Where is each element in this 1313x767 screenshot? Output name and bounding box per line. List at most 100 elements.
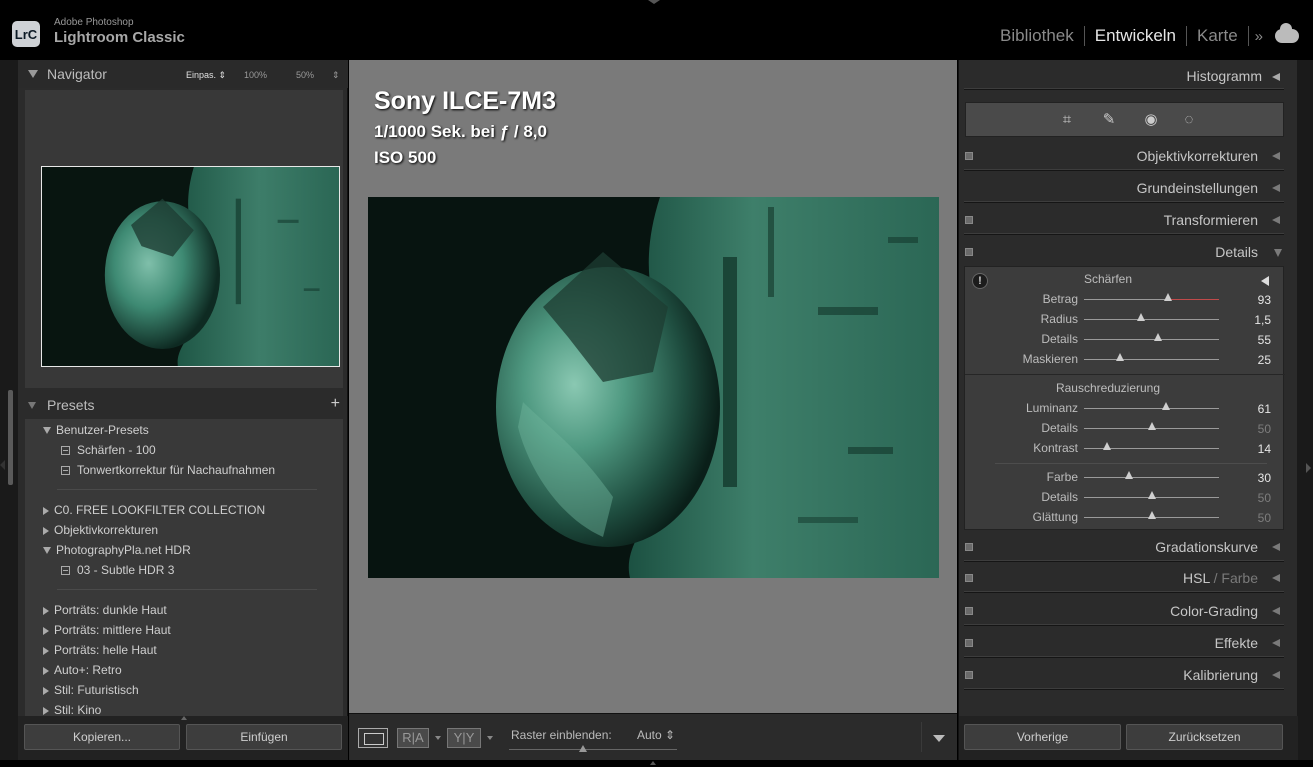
grid-slider-track[interactable] [509,749,677,750]
slider-knob[interactable] [1163,293,1172,301]
zoom-more[interactable]: ⇕ [332,70,340,81]
module-map[interactable]: Karte [1187,26,1248,46]
section-toggle-switch[interactable] [965,607,973,615]
slider-row[interactable]: Details 50 [965,487,1285,507]
section-toggle-switch[interactable] [965,671,973,679]
healing-brush-icon[interactable]: ✎ [1100,111,1118,129]
section-toggle-switch[interactable] [965,248,973,256]
navigator-thumbnail[interactable] [41,166,340,367]
slider-value[interactable]: 30 [1258,471,1271,485]
preset-item[interactable]: 03 - Subtle HDR 3 [61,561,174,579]
zoom-fit[interactable]: Einpas. ⇕ [186,70,226,81]
reset-button[interactable]: Zurücksetzen [1126,724,1283,750]
slider-row[interactable]: Details 55 [965,329,1285,349]
slider-track[interactable] [1084,477,1219,478]
add-preset-button[interactable]: + [331,395,340,413]
slider-row[interactable]: Maskieren 25 [965,349,1285,369]
slider-value[interactable]: 25 [1258,353,1271,367]
navigator-header[interactable]: Navigator Einpas. ⇕ 100% 50% ⇕ [18,60,348,88]
red-eye-icon[interactable]: ◉ [1142,111,1160,129]
loupe-view-button[interactable] [358,728,388,748]
paste-button[interactable]: Einfügen [186,724,342,750]
resize-handle-icon[interactable] [181,716,187,720]
collapse-icon[interactable] [1272,543,1280,551]
top-panel-toggle-icon[interactable] [648,0,660,4]
preset-group[interactable]: Benutzer-Presets [43,421,149,439]
collapse-icon[interactable] [1272,184,1280,192]
previous-button[interactable]: Vorherige [964,724,1121,750]
before-after-split-button[interactable]: Y|Y [447,728,481,748]
collapse-icon[interactable] [1272,639,1280,647]
section-toggle-switch[interactable] [965,639,973,647]
preset-group[interactable]: Porträts: dunkle Haut [43,601,167,619]
slider-row[interactable]: Glättung 50 [965,507,1285,527]
toolbar-menu-icon[interactable] [933,735,945,742]
left-panel-toggle-icon[interactable] [0,460,5,470]
preset-group[interactable]: Stil: Futuristisch [43,681,139,699]
section-toggle-switch[interactable] [965,216,973,224]
slider-knob[interactable] [1147,511,1156,519]
slider-knob[interactable] [1102,442,1111,450]
preset-item[interactable]: Tonwertkorrektur für Nachaufnahmen [61,461,275,479]
preset-group[interactable]: Stil: Kino [43,701,101,716]
preset-group[interactable]: Objektivkorrekturen [43,521,158,539]
slider-row[interactable]: Luminanz 61 [965,398,1285,418]
collapse-icon[interactable] [1272,216,1280,224]
preset-group[interactable]: Porträts: mittlere Haut [43,621,171,639]
slider-track[interactable] [1084,319,1219,320]
section-toggle-switch[interactable] [965,543,973,551]
section-basic[interactable]: Grundeinstellungen [959,173,1298,203]
section-toggle-switch[interactable] [965,152,973,160]
histogram-header[interactable]: Histogramm [959,60,1298,90]
section-toggle-switch[interactable] [965,574,973,582]
slider-row[interactable]: Farbe 30 [965,467,1285,487]
slider-value[interactable]: 1,5 [1254,313,1271,327]
slider-knob[interactable] [1162,402,1171,410]
more-modules-icon[interactable]: » [1249,28,1269,45]
collapse-icon[interactable] [1272,607,1280,615]
section-transform[interactable]: Transformieren [959,205,1298,235]
collapse-icon[interactable] [1272,152,1280,160]
slider-row[interactable]: Details 50 [965,418,1285,438]
slider-track[interactable] [1084,359,1219,360]
preset-group[interactable]: PhotographyPla.net HDR [43,541,191,559]
copy-button[interactable]: Kopieren... [24,724,180,750]
masking-icon[interactable]: ◌ [1180,111,1198,129]
section-lens-corrections[interactable]: Objektivkorrekturen [959,141,1298,171]
slider-knob[interactable] [1124,471,1133,479]
cloud-icon[interactable] [1275,23,1299,43]
collapse-icon[interactable] [1272,73,1280,81]
section-calibration[interactable]: Kalibrierung [959,660,1298,690]
slider-row[interactable]: Kontrast 14 [965,438,1285,458]
chevron-down-icon[interactable] [487,736,493,740]
slider-value[interactable]: 55 [1258,333,1271,347]
section-color-grading[interactable]: Color-Grading [959,596,1298,626]
scroll-grip[interactable] [8,390,13,485]
preset-group[interactable]: Porträts: helle Haut [43,641,157,659]
slider-track[interactable] [1084,408,1219,409]
presets-header[interactable]: Presets + [18,393,348,419]
slider-knob[interactable] [1116,353,1125,361]
grid-overlay-select[interactable]: Auto ⇕ [637,728,675,742]
slider-row[interactable]: Betrag 93 [965,289,1285,309]
collapse-icon[interactable] [1272,671,1280,679]
slider-knob[interactable] [1147,422,1156,430]
before-after-button[interactable]: R|A [397,728,429,748]
slider-row[interactable]: Radius 1,5 [965,309,1285,329]
module-develop[interactable]: Entwickeln [1085,26,1186,46]
module-library[interactable]: Bibliothek [990,26,1084,46]
slider-value[interactable]: 50 [1258,511,1271,525]
section-tone-curve[interactable]: Gradationskurve [959,532,1298,562]
slider-track[interactable] [1084,299,1219,300]
slider-knob[interactable] [1147,491,1156,499]
sharpen-toggle-icon[interactable] [1261,276,1269,286]
zoom-50[interactable]: 50% [296,70,314,80]
slider-value[interactable]: 50 [1258,422,1271,436]
slider-value[interactable]: 14 [1258,442,1271,456]
right-panel-toggle-icon[interactable] [1306,463,1311,473]
filmstrip-toggle-icon[interactable] [650,761,656,765]
grid-slider-knob[interactable] [579,745,587,752]
section-details[interactable]: Details [959,237,1298,267]
preset-group[interactable]: C0. FREE LOOKFILTER COLLECTION [43,501,265,519]
slider-knob[interactable] [1136,313,1145,321]
